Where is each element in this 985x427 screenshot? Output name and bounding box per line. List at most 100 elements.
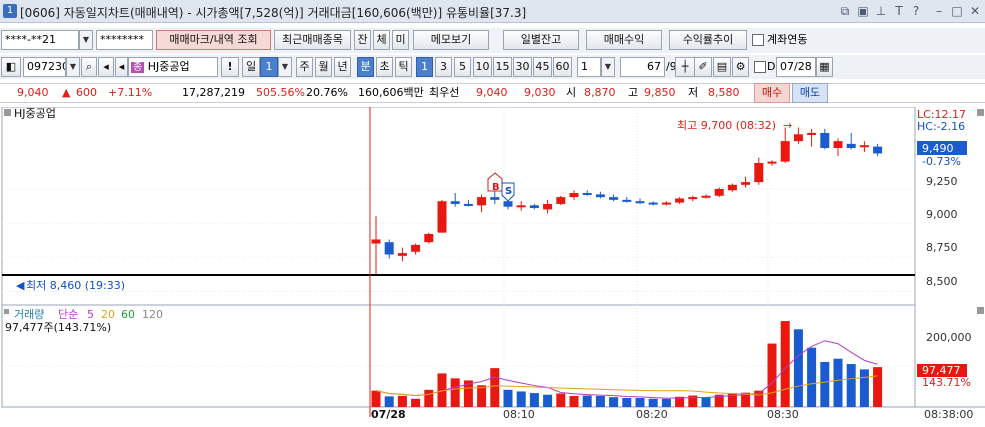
candle-body bbox=[741, 182, 751, 185]
maximize-icon[interactable]: □ bbox=[950, 4, 964, 18]
calendar-icon[interactable]: ▦ bbox=[816, 57, 833, 77]
low-label: 저 bbox=[688, 86, 699, 99]
period-day-button[interactable]: 일 bbox=[242, 57, 260, 77]
return-trend-button[interactable]: 수익률추이 bbox=[669, 30, 747, 50]
candle-body bbox=[384, 242, 394, 255]
year-button[interactable]: 년 bbox=[334, 57, 351, 77]
candle-body bbox=[780, 141, 790, 162]
prev-stock-icon[interactable]: ◂ bbox=[115, 57, 128, 77]
volume-bar bbox=[477, 385, 487, 407]
executed-button[interactable]: 체 bbox=[373, 30, 390, 50]
open-price: 8,870 bbox=[584, 86, 616, 99]
stock-name-field[interactable]: 종 HJ중공업 bbox=[128, 57, 218, 77]
volume-bar bbox=[793, 329, 803, 407]
pin-icon[interactable]: ⊥ bbox=[874, 4, 888, 18]
account-field[interactable]: ****-**21 bbox=[1, 30, 79, 50]
alert-button[interactable]: ! bbox=[221, 57, 239, 77]
interval-60-button[interactable]: 60 bbox=[553, 57, 572, 77]
code-dropdown-icon[interactable]: ▼ bbox=[66, 57, 80, 77]
interval-1-button[interactable]: 1 bbox=[416, 57, 433, 77]
date-label: 07/28 bbox=[371, 408, 406, 421]
interval-15-button[interactable]: 15 bbox=[493, 57, 512, 77]
restore-icon[interactable]: ⧉ bbox=[838, 4, 852, 19]
candle-body bbox=[609, 197, 619, 200]
screen-icon[interactable]: ▣ bbox=[856, 4, 870, 18]
font-icon[interactable]: T bbox=[892, 4, 906, 18]
candle-body bbox=[661, 202, 671, 205]
chart-svg[interactable]: HJ중공업 LC:12.17 HC:-2.16 최고 9,700 (08:32)… bbox=[0, 106, 985, 427]
chart-area[interactable]: HJ중공업 LC:12.17 HC:-2.16 최고 9,700 (08:32)… bbox=[0, 106, 985, 427]
candle-body bbox=[411, 244, 421, 252]
password-field[interactable]: ******** bbox=[96, 30, 153, 50]
period-dropdown-icon[interactable]: ▼ bbox=[278, 57, 292, 77]
close-icon[interactable]: ✕ bbox=[968, 4, 982, 18]
candle-body bbox=[635, 201, 645, 204]
speaker-icon[interactable]: ◂ bbox=[98, 57, 114, 77]
date-filter-checkbox[interactable] bbox=[754, 61, 766, 73]
price-pane-handle-icon[interactable] bbox=[977, 109, 984, 116]
candle-body bbox=[371, 239, 381, 244]
interval-10-button[interactable]: 10 bbox=[473, 57, 492, 77]
pane-handle-icon[interactable] bbox=[4, 109, 11, 116]
candle-body bbox=[714, 188, 724, 196]
stock-code-field[interactable]: 097230 bbox=[23, 57, 66, 77]
help-icon[interactable]: ? bbox=[909, 4, 923, 18]
tick-button[interactable]: 틱 bbox=[395, 57, 412, 77]
candle-body bbox=[701, 195, 711, 198]
sell-button[interactable]: 매도 bbox=[792, 83, 828, 103]
account-link-checkbox[interactable] bbox=[752, 34, 764, 46]
candle-body bbox=[516, 205, 526, 208]
stock-type-badge: 종 bbox=[131, 62, 145, 73]
candle-body bbox=[793, 134, 803, 142]
interval-45-button[interactable]: 45 bbox=[533, 57, 552, 77]
unexecuted-button[interactable]: 미 bbox=[392, 30, 409, 50]
bar-count-field[interactable]: 67 bbox=[620, 57, 665, 77]
title-bar: 1 [0606] 자동일지차트(매매내역) - 시가총액[7,528(억)] 거… bbox=[0, 0, 985, 23]
volume-bar bbox=[767, 343, 777, 407]
interval-30-button[interactable]: 30 bbox=[513, 57, 532, 77]
account-link-label: 계좌연동 bbox=[767, 33, 808, 46]
candle-body bbox=[477, 197, 487, 206]
recent-trades-button[interactable]: 최근매매종목 bbox=[274, 30, 351, 50]
volume-bar bbox=[833, 358, 843, 407]
svg-text:B: B bbox=[492, 182, 500, 193]
change-percent: +7.11% bbox=[108, 86, 153, 99]
volume-bar bbox=[846, 364, 856, 407]
minute-button[interactable]: 분 bbox=[357, 57, 374, 77]
second-button[interactable]: 초 bbox=[376, 57, 393, 77]
balance-button[interactable]: 잔 bbox=[354, 30, 371, 50]
interval-custom-field[interactable]: 1 bbox=[577, 57, 601, 77]
account-dropdown-icon[interactable]: ▼ bbox=[79, 30, 93, 50]
week-button[interactable]: 주 bbox=[296, 57, 313, 77]
date-field[interactable]: 07/28 bbox=[776, 57, 816, 77]
chart-type-icon[interactable]: ┼ bbox=[675, 57, 695, 77]
period-count-field[interactable]: 1 bbox=[260, 57, 278, 77]
stock-label: HJ중공업 bbox=[14, 107, 56, 120]
candle-body bbox=[503, 201, 513, 207]
month-button[interactable]: 월 bbox=[315, 57, 332, 77]
layout-icon[interactable]: ◧ bbox=[1, 57, 21, 77]
high-annotation: 최고 9,700 (08:32) bbox=[677, 119, 776, 132]
search-icon[interactable]: ⌕ bbox=[81, 57, 97, 77]
interval-5-button[interactable]: 5 bbox=[454, 57, 471, 77]
trade-mark-query-button[interactable]: 매매마크/내역 조회 bbox=[156, 30, 271, 50]
trade-profit-button[interactable]: 매매수익 bbox=[586, 30, 662, 50]
buy-button[interactable]: 매수 bbox=[754, 83, 790, 103]
interval-3-button[interactable]: 3 bbox=[435, 57, 452, 77]
vol-handle-icon[interactable] bbox=[4, 309, 9, 314]
gear-icon[interactable]: ⚙ bbox=[732, 57, 749, 77]
candle-body bbox=[767, 161, 777, 164]
volume-bar bbox=[648, 398, 658, 407]
minimize-icon[interactable]: – bbox=[932, 4, 946, 18]
volume-summary: 97,477주(143.71%) bbox=[5, 321, 111, 334]
candle-body bbox=[529, 205, 539, 209]
ma-type-label: 단순 bbox=[58, 308, 78, 321]
current-price-tag-text: 9,490 bbox=[922, 142, 954, 155]
interval-dropdown-icon[interactable]: ▼ bbox=[601, 57, 615, 77]
daily-balance-button[interactable]: 일별잔고 bbox=[503, 30, 579, 50]
candle-body bbox=[754, 162, 764, 183]
memo-view-button[interactable]: 메모보기 bbox=[413, 30, 489, 50]
save-image-icon[interactable]: ▤ bbox=[713, 57, 731, 77]
vol-pane-handle-icon[interactable] bbox=[977, 307, 984, 314]
draw-tool-icon[interactable]: ✐ bbox=[694, 57, 712, 77]
